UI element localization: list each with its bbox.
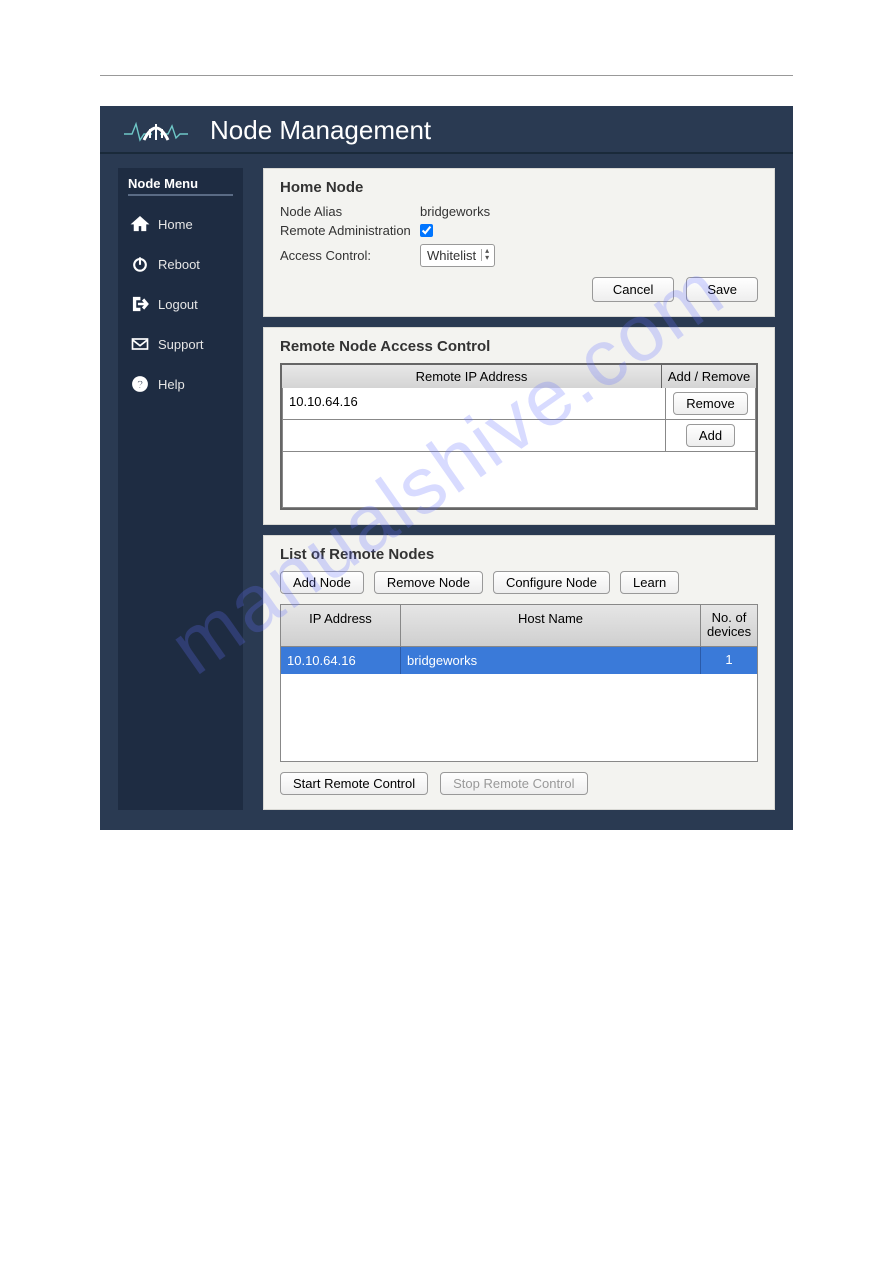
home-icon: [128, 214, 152, 234]
node-devices: 1: [701, 647, 757, 674]
logout-icon: [128, 294, 152, 314]
sidebar-item-home[interactable]: Home: [128, 204, 233, 244]
envelope-icon: [128, 334, 152, 354]
home-node-panel: Home Node Node Alias bridgeworks Remote …: [263, 168, 775, 317]
node-host: bridgeworks: [401, 647, 701, 674]
ac-body[interactable]: 10.10.64.16 Remove Add: [282, 388, 756, 508]
help-icon: ?: [128, 374, 152, 394]
remote-nodes-panel: List of Remote Nodes Add Node Remove Nod…: [263, 535, 775, 810]
svg-text:?: ?: [137, 379, 144, 391]
select-arrows-icon: ▴▾: [485, 247, 489, 261]
app-header: Node Management: [100, 106, 793, 154]
sidebar-item-help[interactable]: ? Help: [128, 364, 233, 404]
node-alias-label: Node Alias: [280, 204, 420, 219]
nodes-col-devices: No. of devices: [701, 605, 757, 646]
add-node-button[interactable]: Add Node: [280, 571, 364, 594]
sidebar-item-label: Help: [158, 377, 185, 392]
configure-node-button[interactable]: Configure Node: [493, 571, 610, 594]
nodes-col-host: Host Name: [401, 605, 701, 646]
power-icon: [128, 254, 152, 274]
remove-node-button[interactable]: Remove Node: [374, 571, 483, 594]
access-control-label: Access Control:: [280, 248, 420, 263]
sidebar-title: Node Menu: [128, 176, 233, 196]
sidebar-item-support[interactable]: Support: [128, 324, 233, 364]
access-control-title: Remote Node Access Control: [280, 338, 758, 355]
ac-ip-value: 10.10.64.16: [283, 388, 665, 419]
app-container: Node Management Node Menu Home: [100, 106, 793, 830]
sidebar: Node Menu Home Reboot: [118, 168, 243, 810]
remote-admin-checkbox[interactable]: [420, 224, 433, 237]
ac-col-ip: Remote IP Address: [282, 365, 662, 388]
logo-icon: [120, 114, 192, 146]
cancel-button[interactable]: Cancel: [592, 277, 674, 302]
node-alias-value: bridgeworks: [420, 204, 490, 219]
sidebar-item-label: Logout: [158, 297, 198, 312]
sidebar-item-label: Reboot: [158, 257, 200, 272]
nodes-table: IP Address Host Name No. of devices 10.1…: [280, 604, 758, 762]
ac-col-action: Add / Remove: [662, 365, 756, 388]
access-control-value: Whitelist: [427, 248, 476, 263]
sidebar-item-label: Home: [158, 217, 193, 232]
remove-ip-button[interactable]: Remove: [673, 392, 747, 415]
ac-new-row: Add: [283, 420, 755, 452]
access-control-select[interactable]: Whitelist ▴▾: [420, 244, 495, 267]
remote-admin-label: Remote Administration: [280, 223, 420, 238]
save-button[interactable]: Save: [686, 277, 758, 302]
remote-nodes-title: List of Remote Nodes: [280, 546, 758, 563]
home-node-title: Home Node: [280, 179, 758, 196]
node-ip: 10.10.64.16: [281, 647, 401, 674]
ac-row: 10.10.64.16 Remove: [283, 388, 755, 420]
start-remote-button[interactable]: Start Remote Control: [280, 772, 428, 795]
nodes-row[interactable]: 10.10.64.16 bridgeworks 1: [281, 647, 757, 674]
learn-button[interactable]: Learn: [620, 571, 679, 594]
page-title: Node Management: [210, 115, 431, 146]
page-divider: [100, 75, 793, 76]
sidebar-item-logout[interactable]: Logout: [128, 284, 233, 324]
new-ip-input[interactable]: [289, 426, 659, 441]
sidebar-item-label: Support: [158, 337, 204, 352]
nodes-col-ip: IP Address: [281, 605, 401, 646]
access-control-panel: Remote Node Access Control Remote IP Add…: [263, 327, 775, 525]
sidebar-item-reboot[interactable]: Reboot: [128, 244, 233, 284]
add-ip-button[interactable]: Add: [686, 424, 735, 447]
stop-remote-button[interactable]: Stop Remote Control: [440, 772, 587, 795]
nodes-body[interactable]: 10.10.64.16 bridgeworks 1: [281, 646, 757, 761]
